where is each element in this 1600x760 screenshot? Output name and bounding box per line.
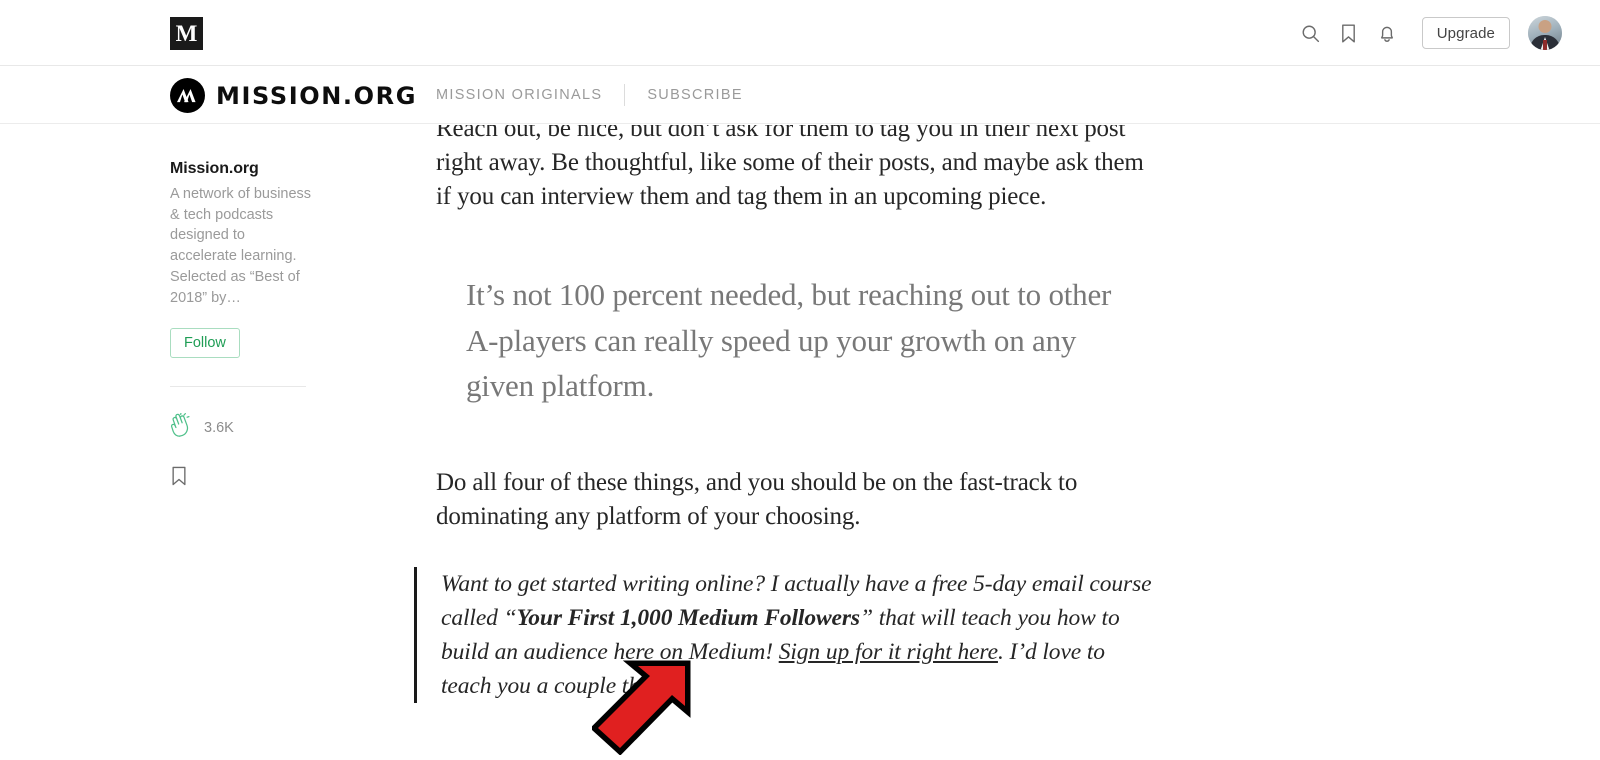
publication-sidebar: Mission.org A network of business & tech… — [170, 160, 312, 492]
mission-org-mountain-logo — [170, 78, 205, 113]
nav-item-subscribe[interactable]: SUBSCRIBE — [647, 87, 743, 103]
nav-divider — [624, 84, 626, 106]
blockquote-text: Want to get started writing online? I ac… — [441, 567, 1154, 703]
blockquote-course-title: Your First 1,000 Medium Followers — [516, 605, 861, 631]
clap-count: 3.6K — [204, 420, 234, 437]
article-pull-quote: It’s not 100 percent needed, but reachin… — [466, 277, 1112, 403]
upgrade-button[interactable]: Upgrade — [1421, 17, 1510, 49]
publication-header-bar: MISSION.ORG MISSION ORIGINALS SUBSCRIBE — [0, 66, 1600, 124]
signup-link[interactable]: Sign up for it right here — [779, 639, 998, 665]
medium-logo-letter: M — [175, 21, 198, 46]
article-paragraph-2: Do all four of these things, and you sho… — [436, 469, 1078, 530]
top-bar-actions: Upgrade — [1292, 0, 1600, 66]
nav-item-mission-originals[interactable]: MISSION ORIGINALS — [436, 87, 602, 103]
search-icon[interactable] — [1292, 14, 1330, 52]
sidebar-publication-description: A network of business & tech podcasts de… — [170, 186, 312, 306]
bell-icon[interactable] — [1368, 14, 1406, 52]
bookmark-row — [170, 465, 312, 492]
article-paragraph-1: Reach out, be nice, but don’t ask for th… — [436, 115, 1144, 210]
upgrade-button-label: Upgrade — [1436, 24, 1495, 42]
clap-row: 3.6K — [170, 412, 312, 443]
follow-button[interactable]: Follow — [170, 328, 240, 359]
publication-title: MISSION.ORG — [216, 81, 418, 110]
medium-m-logo[interactable]: M — [170, 17, 203, 50]
bookmark-icon[interactable] — [1330, 14, 1368, 52]
medium-top-bar: M Upgrade — [0, 0, 1600, 66]
publication-nav: MISSION ORIGINALS SUBSCRIBE — [436, 66, 743, 124]
article-blockquote: Want to get started writing online? I ac… — [414, 567, 1154, 703]
avatar-head — [1538, 20, 1552, 34]
clap-icon[interactable] — [170, 412, 193, 443]
sidebar-divider — [170, 386, 306, 388]
avatar-tie — [1543, 40, 1547, 50]
publication-logo-link[interactable]: MISSION.ORG — [170, 78, 417, 113]
bookmark-icon[interactable] — [170, 465, 312, 492]
follow-button-label: Follow — [184, 335, 226, 352]
sidebar-publication-name[interactable]: Mission.org — [170, 160, 312, 178]
avatar[interactable] — [1528, 16, 1562, 50]
